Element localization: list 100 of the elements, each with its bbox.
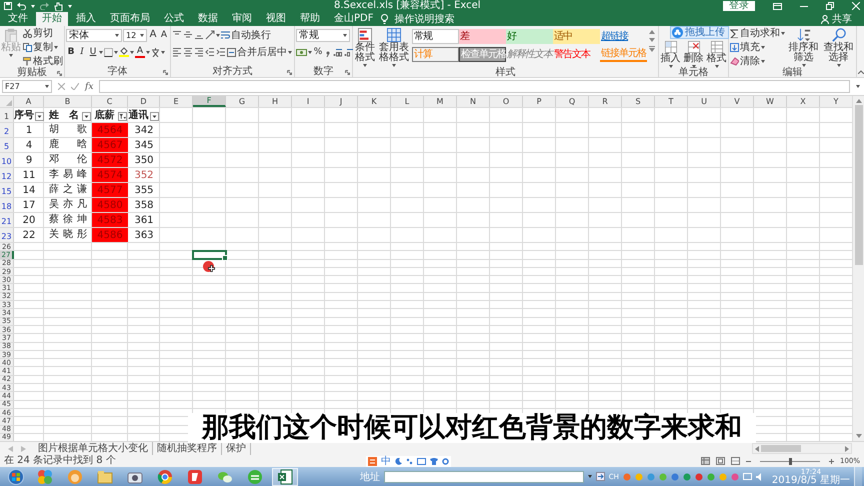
find-select-button[interactable]: 查找和选择 — [822, 27, 855, 67]
row-header[interactable]: 1 — [0, 108, 14, 122]
column-header[interactable]: D — [128, 96, 160, 107]
row-header[interactable]: 12 — [0, 168, 14, 182]
merge-center-button[interactable]: 合并后居中 — [227, 46, 292, 58]
column-header[interactable]: O — [490, 96, 523, 107]
menu-tab[interactable]: 数据 — [192, 12, 224, 26]
ime-toolbar[interactable]: 中 — [366, 456, 451, 466]
ribbon-command[interactable]: 剪切 — [23, 27, 63, 40]
table-cell: 4564 — [92, 123, 128, 137]
menu-tab[interactable]: 金山PDF — [328, 12, 380, 26]
cell-reference: F27 — [5, 82, 20, 91]
column-header[interactable]: Y — [820, 96, 852, 107]
row-header[interactable]: 15 — [0, 183, 14, 197]
editing-command[interactable]: 填充 — [730, 41, 785, 54]
font-color-button[interactable]: A — [135, 46, 145, 58]
column-header[interactable]: G — [226, 96, 259, 107]
group-label: 单元格 — [678, 67, 708, 78]
column-header[interactable]: U — [688, 96, 721, 107]
table-cell-text: 邓伦 — [48, 153, 88, 167]
row-header[interactable]: 23 — [0, 228, 14, 242]
column-header[interactable]: R — [589, 96, 622, 107]
column-header[interactable]: N — [457, 96, 490, 107]
group-label: 数字 — [314, 66, 334, 77]
table-cell-text: 薛之谦 — [48, 183, 88, 197]
font-style-button[interactable]: B — [66, 46, 76, 58]
format-table-button[interactable]: 套用表格格式 — [378, 27, 410, 67]
column-title: 姓名 — [48, 108, 80, 122]
editing-command[interactable]: 自动求和 — [730, 27, 785, 40]
column-header[interactable]: V — [721, 96, 754, 107]
cell-style-option[interactable]: 好 — [506, 29, 553, 44]
column-header[interactable]: J — [325, 96, 358, 107]
tell-me-search[interactable]: 操作说明搜索 — [394, 12, 454, 26]
shrink-font-button[interactable]: A — [159, 29, 169, 41]
table-cell-text: 363 — [133, 228, 155, 242]
ribbon-command[interactable]: 复制 — [23, 41, 63, 54]
table-cell-text: 1 — [24, 124, 34, 137]
font-style-button[interactable]: I — [77, 46, 87, 58]
number-format: 常规 — [299, 30, 319, 40]
row-header[interactable]: 5 — [0, 138, 14, 152]
column-header[interactable]: S — [622, 96, 655, 107]
font-size: 12 — [126, 30, 136, 40]
menu-tab[interactable]: 插入 — [70, 12, 102, 26]
percent-button[interactable]: % — [313, 46, 323, 58]
row-header[interactable]: 10 — [0, 153, 14, 167]
menu-tab[interactable]: 文件 — [2, 12, 34, 26]
row-header[interactable]: 21 — [0, 213, 14, 227]
menu-tab[interactable]: 开始 — [36, 12, 68, 26]
font-size-field[interactable]: 12 — [123, 28, 147, 42]
column-header[interactable]: C — [92, 96, 128, 107]
row-header[interactable]: 18 — [0, 198, 14, 212]
column-title: 通讯 — [128, 108, 149, 122]
font-style-button[interactable]: U — [88, 46, 98, 58]
table-cell-text: 9 — [24, 154, 34, 167]
column-header[interactable]: I — [292, 96, 325, 107]
menu-tab[interactable]: 帮助 — [294, 12, 326, 26]
number-format-field[interactable]: 常规 — [296, 28, 350, 42]
table-cell-text: 361 — [133, 214, 155, 227]
menu-tab[interactable]: 公式 — [158, 12, 190, 26]
column-header[interactable]: T — [655, 96, 688, 107]
column-header[interactable]: Q — [556, 96, 589, 107]
column-header[interactable]: A — [14, 96, 44, 107]
editing-command[interactable]: 清除 — [730, 55, 785, 68]
column-header[interactable]: M — [424, 96, 457, 107]
column-header[interactable]: P — [523, 96, 556, 107]
table-cell-text: 342 — [133, 124, 155, 137]
wrap-text-button[interactable]: 自动换行 — [221, 28, 271, 42]
conditional-format-button[interactable]: 条件格式 — [354, 27, 376, 67]
ribbon-command[interactable]: 格式刷 — [23, 55, 63, 68]
column-header[interactable]: H — [259, 96, 292, 107]
table-cell-text: 355 — [133, 184, 155, 197]
cell-style-option[interactable]: 适中 — [553, 29, 600, 44]
group-label: 编辑 — [782, 67, 802, 78]
insert-function-button[interactable]: fx — [85, 82, 94, 92]
font-name: 宋体 — [69, 30, 89, 40]
column-header[interactable]: E — [160, 96, 193, 107]
cell-style-option[interactable]: 常规 — [412, 29, 459, 44]
column-header[interactable]: W — [754, 96, 787, 107]
column-header[interactable]: F — [193, 96, 226, 107]
table-cell-text: 吴亦凡 — [48, 198, 88, 212]
column-header[interactable]: X — [787, 96, 820, 107]
cell-style-option[interactable]: 警告文本 — [553, 47, 600, 62]
font-field[interactable]: 宋体 — [66, 28, 122, 42]
row-header[interactable]: 2 — [0, 123, 14, 137]
sort-filter-button[interactable]: 排序和筛选 — [787, 27, 820, 67]
ime-mode[interactable]: 中 — [380, 456, 391, 466]
table-cell-text: 20 — [22, 214, 36, 227]
column-header[interactable]: B — [44, 96, 92, 107]
cell-style-option[interactable]: 差 — [459, 29, 506, 44]
share-button[interactable]: 共享 — [821, 12, 862, 26]
menu-tab[interactable]: 页面布局 — [104, 12, 156, 26]
upload-tooltip[interactable]: 拖拽上传 — [670, 26, 729, 39]
grow-font-button[interactable]: A — [148, 29, 158, 41]
cell-style-option[interactable]: 解释性文本 — [506, 47, 553, 62]
column-header[interactable]: K — [358, 96, 391, 107]
cell-style-option[interactable]: 超链接 — [600, 29, 647, 44]
menu-tab[interactable]: 审阅 — [226, 12, 258, 26]
menu-tab[interactable]: 视图 — [260, 12, 292, 26]
column-header[interactable]: L — [391, 96, 424, 107]
name-box[interactable]: F27 — [2, 80, 52, 93]
